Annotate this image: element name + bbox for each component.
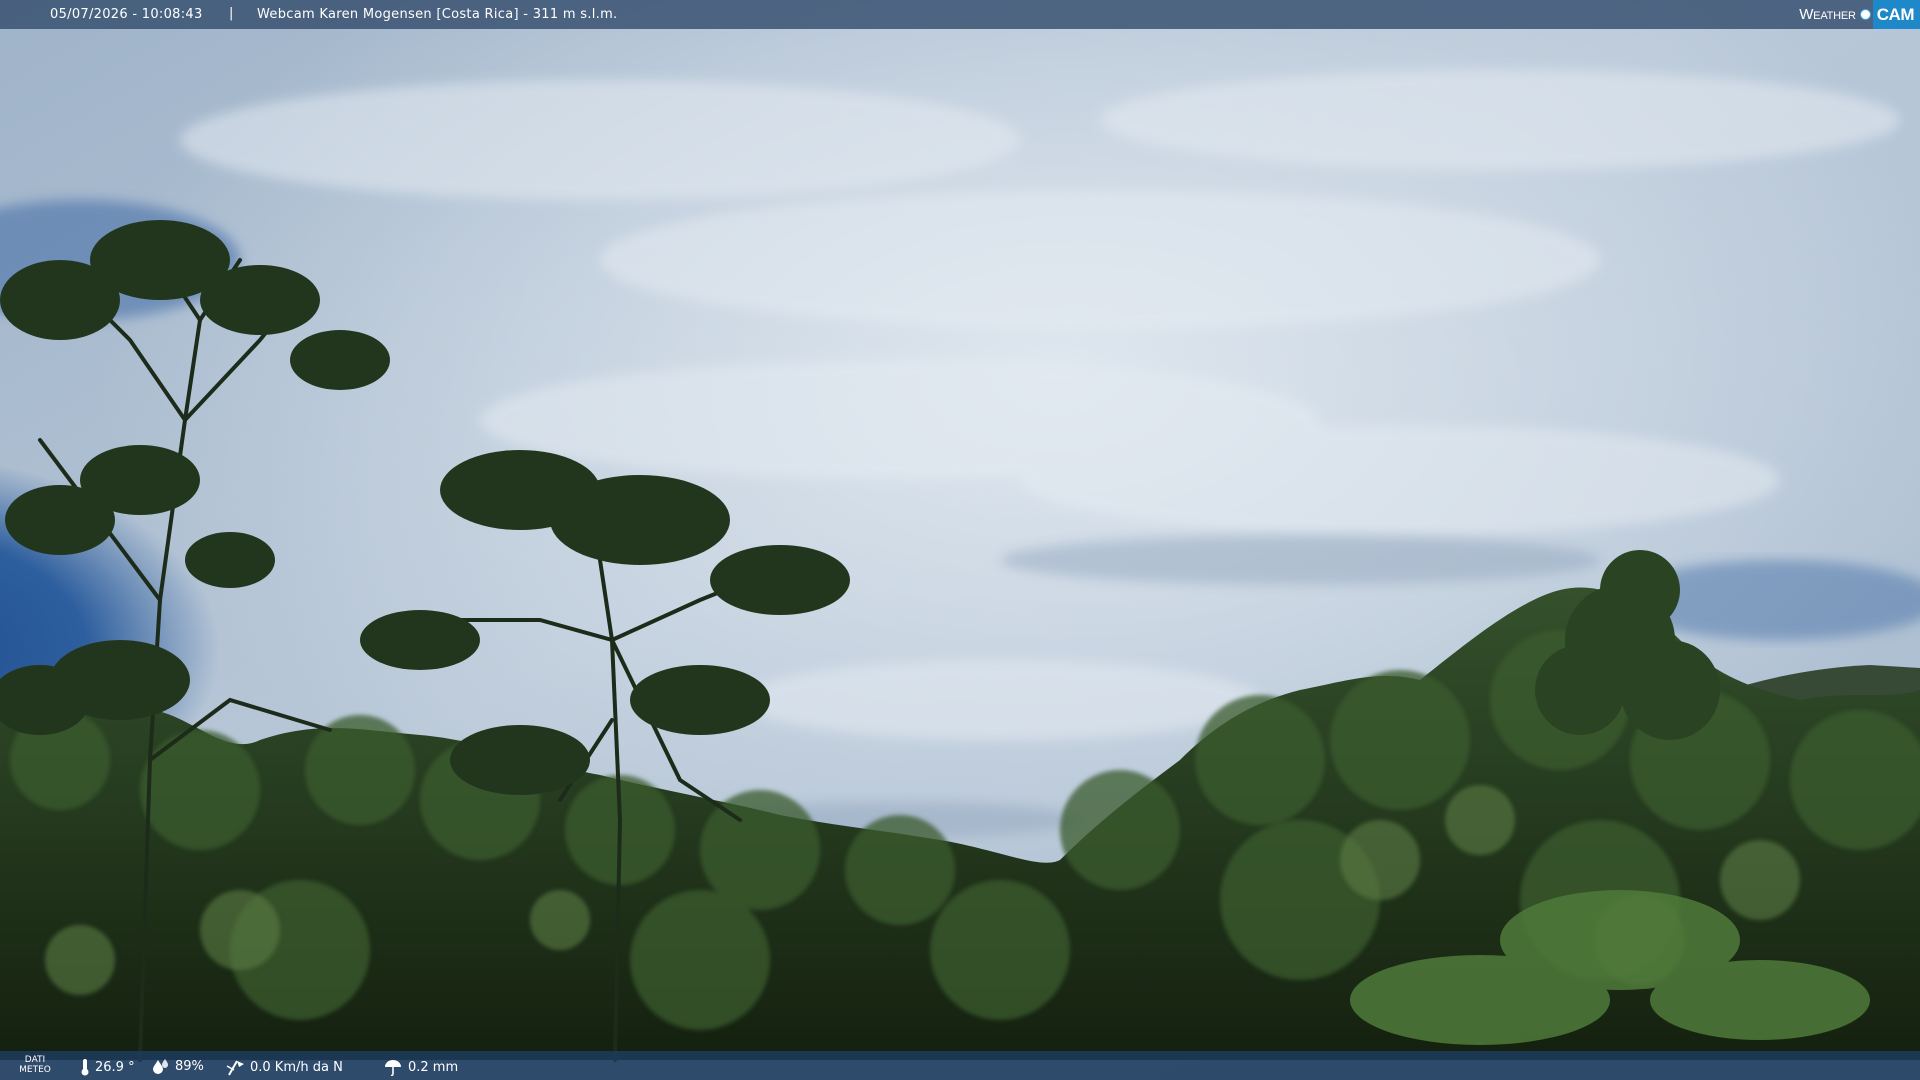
wind-metric: 0.0 Km/h da N [225,1058,343,1076]
humidity-metric: 89% [152,1058,204,1074]
dati-meteo-line1: DATI [24,1055,46,1065]
weathercam-logo: Weather CAM [1799,0,1920,29]
landscape-scene [0,0,1920,1080]
webcam-title: Webcam Karen Mogensen [Costa Rica] - 311… [257,7,618,22]
logo-cam-text: CAM [1872,0,1920,29]
wind-value: 0.0 Km/h da N [250,1059,343,1075]
rain-umbrella-icon [385,1060,401,1076]
webcam-image [0,0,1920,1080]
rain-value: 0.2 mm [408,1059,459,1075]
dati-meteo-line2: METEO [19,1065,51,1075]
humidity-value: 89% [175,1058,204,1074]
top-info-bar: 05/07/2026 - 10:08:43 | Webcam Karen Mog… [0,0,1920,29]
dati-meteo-label: DATI METEO [18,1055,52,1075]
timestamp: 05/07/2026 - 10:08:43 [50,7,203,22]
humidity-drops-icon [153,1059,168,1074]
weather-data-bar: DATI METEO 26.9 ° 89% 0.0 Km/h da N 0.2 … [0,1051,1920,1080]
logo-dot [1859,9,1871,20]
thermometer-icon [81,1059,89,1076]
logo-weather-text: Weather [1799,6,1856,23]
separator: | [229,6,234,21]
temperature-metric: 26.9 ° [80,1058,135,1076]
temperature-value: 26.9 ° [95,1059,135,1075]
wind-vane-icon [226,1060,244,1076]
rain-metric: 0.2 mm [383,1058,458,1076]
